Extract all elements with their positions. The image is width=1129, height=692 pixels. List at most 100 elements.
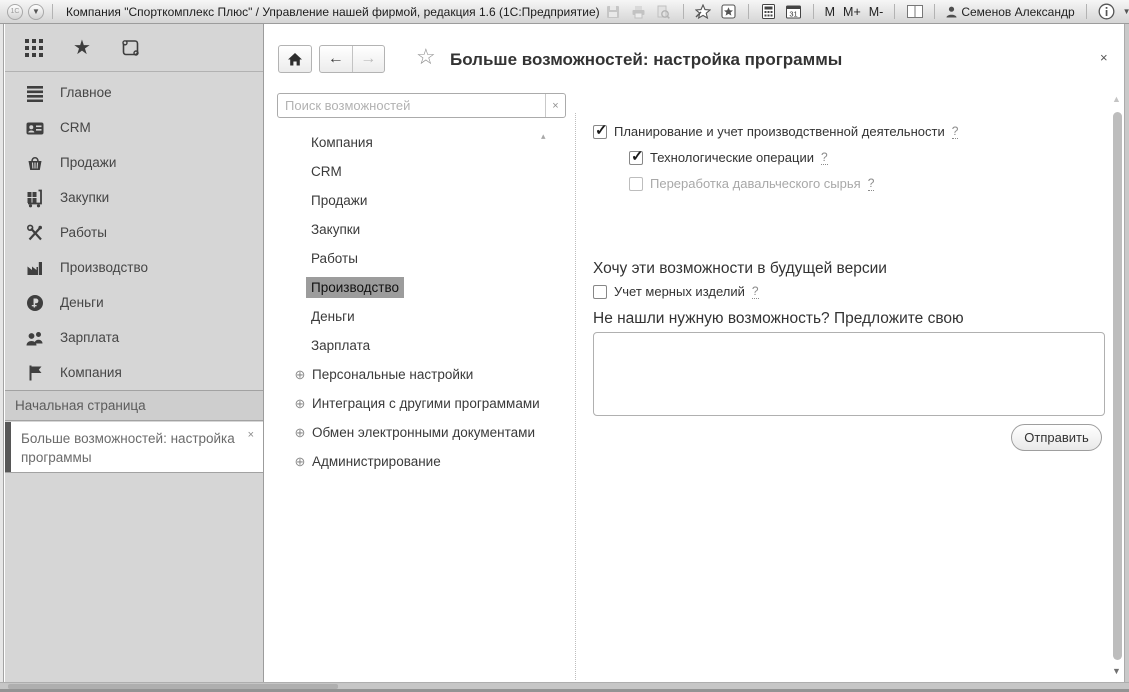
form-close-icon[interactable]: × (1100, 50, 1108, 65)
category-group[interactable]: ⊕ Обмен электронными документами (264, 418, 570, 447)
tab-more-features[interactable]: Больше возможностей: настройка программы… (5, 422, 263, 473)
sidebar: ★ Главное CRM Продажи Закупки Работы Про… (5, 24, 264, 682)
category-group[interactable]: ⊕ Персональные настройки (264, 360, 570, 389)
main-content: ← → ☆ Больше возможностей: настройка про… (264, 24, 1124, 682)
main-menu-button[interactable]: ▼ (28, 3, 44, 20)
tab-close-icon[interactable]: × (248, 426, 254, 445)
window-frame-left (0, 24, 4, 682)
current-user[interactable]: Семенов Александр (946, 5, 1075, 19)
sidebar-item-proizvodstvo[interactable]: Производство (5, 250, 263, 285)
favorites-icon[interactable] (720, 4, 737, 20)
expand-plus-icon[interactable]: ⊕ (293, 367, 307, 383)
print-preview-icon[interactable] (655, 4, 672, 20)
back-button[interactable]: ← (320, 46, 353, 72)
checkbox-row: Технологические операции ? (629, 147, 828, 165)
search-clear-icon[interactable]: × (545, 94, 565, 117)
page-title: Больше возможностей: настройка программы (450, 50, 843, 69)
chevron-down-icon[interactable]: ▼ (1123, 7, 1129, 16)
divider (682, 4, 684, 19)
help-link[interactable]: ? (820, 150, 828, 165)
calculator-icon[interactable] (760, 4, 777, 20)
divider (934, 4, 936, 19)
favorite-toggle-star-icon[interactable]: ☆ (416, 45, 436, 69)
search-box: × (277, 93, 566, 118)
sidebar-item-crm[interactable]: CRM (5, 110, 263, 145)
expand-plus-icon[interactable]: ⊕ (293, 396, 307, 412)
category-item[interactable]: Зарплата (264, 331, 570, 360)
window-frame-right (1124, 24, 1129, 682)
tab-home-page[interactable]: Начальная страница (5, 390, 263, 421)
category-item[interactable]: Закупки (264, 215, 570, 244)
category-item[interactable]: Работы (264, 244, 570, 273)
window-title: Компания "Спорткомплекс Плюс" / Управлен… (66, 4, 600, 19)
help-link[interactable]: ? (751, 284, 759, 299)
category-list: Компания CRM Продажи Закупки Работы Прои… (264, 128, 570, 476)
category-item[interactable]: Продажи (264, 186, 570, 215)
info-icon[interactable] (1098, 3, 1115, 20)
checkbox-row: Учет мерных изделий ? (593, 284, 759, 299)
divider (747, 4, 749, 19)
chevron-down-icon: ▼ (32, 7, 40, 16)
help-link[interactable]: ? (951, 124, 959, 139)
favorites-star-icon[interactable]: ★ (71, 37, 93, 59)
app-window: 1С ▼ Компания "Спорткомплекс Плюс" / Упр… (0, 0, 1129, 692)
history-scroll-icon[interactable] (119, 37, 141, 59)
contact-card-icon (25, 118, 45, 138)
scroll-down-icon[interactable]: ▼ (1112, 666, 1121, 676)
planning-checkbox[interactable] (593, 121, 608, 139)
memory-m-button[interactable]: M (825, 5, 835, 19)
sidebar-item-dengi[interactable]: Деньги (5, 285, 263, 320)
sidebar-toolbar: ★ (5, 24, 263, 72)
sidebar-item-glavnoe[interactable]: Главное (5, 75, 263, 110)
sidebar-item-zakupki[interactable]: Закупки (5, 180, 263, 215)
search-input[interactable] (278, 94, 545, 117)
forward-button[interactable]: → (353, 46, 385, 72)
expand-plus-icon[interactable]: ⊕ (293, 454, 307, 470)
memory-m-minus-button[interactable]: M- (869, 5, 884, 19)
category-group[interactable]: ⊕ Интеграция с другими программами (264, 389, 570, 418)
add-favorite-icon[interactable] (695, 4, 712, 20)
suggestion-textarea[interactable] (593, 332, 1105, 416)
divider (52, 4, 53, 19)
cart-icon (25, 188, 45, 208)
calendar-icon[interactable]: 31 (785, 4, 802, 20)
split-window-icon[interactable] (906, 4, 923, 20)
sidebar-item-prodazhi[interactable]: Продажи (5, 145, 263, 180)
category-group[interactable]: ⊕ Администрирование (264, 447, 570, 476)
save-icon[interactable] (605, 4, 622, 20)
flag-icon (25, 363, 45, 383)
svg-text:31: 31 (789, 10, 797, 19)
factory-icon (25, 258, 45, 278)
main-lines-icon (25, 83, 45, 103)
user-icon (946, 6, 957, 17)
suggest-header: Не нашли нужную возможность? Предложите … (593, 310, 964, 327)
category-item-selected[interactable]: Производство (264, 273, 570, 302)
memory-m-plus-button[interactable]: M+ (843, 5, 861, 19)
titlebar: 1С ▼ Компания "Спорткомплекс Плюс" / Упр… (0, 0, 1129, 24)
print-icon[interactable] (630, 4, 647, 20)
tolling-raw-checkbox (629, 176, 643, 191)
measured-goods-checkbox[interactable] (593, 284, 607, 299)
future-features-header: Хочу эти возможности в будущей версии (593, 260, 887, 277)
checkbox-row: Планирование и учет производственной дея… (593, 121, 959, 139)
scroll-up-icon[interactable]: ▲ (1112, 94, 1121, 104)
sidebar-item-kompaniya[interactable]: Компания (5, 355, 263, 390)
sidebar-item-raboty[interactable]: Работы (5, 215, 263, 250)
category-item[interactable]: Деньги (264, 302, 570, 331)
basket-icon (25, 153, 45, 173)
checkbox-row: Переработка давальческого сырья ? (629, 176, 875, 191)
settings-panel: Планирование и учет производственной дея… (593, 121, 1107, 464)
vertical-scrollbar-thumb[interactable] (1113, 112, 1122, 660)
category-item[interactable]: CRM (264, 157, 570, 186)
home-button[interactable] (278, 45, 312, 73)
send-button[interactable]: Отправить (1011, 424, 1102, 451)
help-link[interactable]: ? (867, 176, 875, 191)
sections-grid-icon[interactable] (23, 37, 45, 59)
divider (894, 4, 896, 19)
sidebar-item-zarplata[interactable]: Зарплата (5, 320, 263, 355)
tech-operations-checkbox[interactable] (629, 147, 644, 165)
divider (812, 4, 814, 19)
ruble-coin-icon (25, 293, 45, 313)
expand-plus-icon[interactable]: ⊕ (293, 425, 307, 441)
category-item[interactable]: Компания (264, 128, 570, 157)
